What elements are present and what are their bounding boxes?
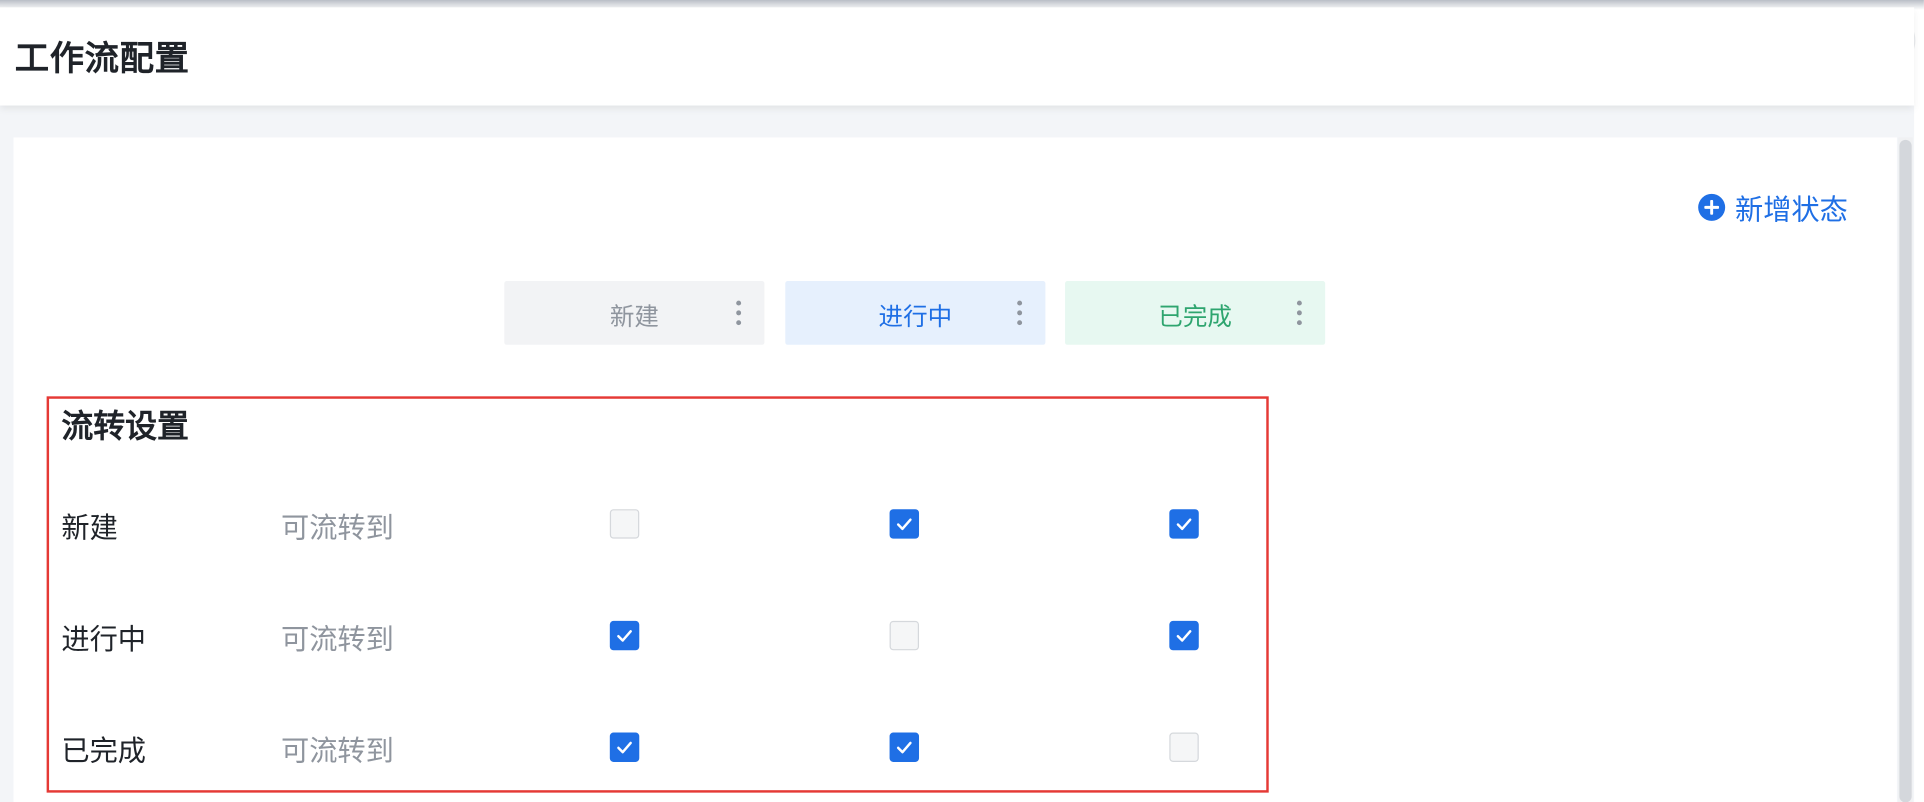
status-chip-done[interactable]: 已完成	[1065, 280, 1326, 345]
status-chip-label: 进行中	[878, 301, 953, 331]
transition-checkbox[interactable]	[889, 620, 920, 651]
status-chip-label: 已完成	[1158, 301, 1232, 331]
plus-circle-icon	[1698, 193, 1726, 221]
more-vertical-icon[interactable]	[1014, 300, 1026, 326]
status-chip-label: 新建	[609, 301, 659, 331]
transition-checkbox[interactable]	[889, 732, 920, 762]
check-icon	[896, 741, 912, 754]
add-status-button[interactable]: 新增状态	[1698, 187, 1848, 229]
transition-checkbox[interactable]	[889, 509, 920, 539]
flow-settings-highlight	[46, 396, 1269, 793]
add-status-label: 新增状态	[1734, 195, 1848, 227]
dialog-title: 工作流配置	[14, 38, 190, 79]
flow-row-from-label: 已完成	[61, 736, 147, 769]
flow-row-from-label: 进行中	[61, 624, 147, 657]
transition-checkbox[interactable]	[609, 509, 640, 539]
flow-row-hint: 可流转到	[280, 512, 394, 545]
transition-checkbox[interactable]	[609, 620, 640, 651]
more-vertical-icon[interactable]	[733, 300, 745, 326]
status-chip-new[interactable]: 新建	[504, 280, 765, 345]
flow-row-hint: 可流转到	[280, 624, 394, 657]
dialog-header: 工作流配置	[0, 7, 1915, 106]
check-icon	[1176, 630, 1192, 642]
flow-row-hint: 可流转到	[280, 736, 394, 769]
flow-settings-title: 流转设置	[61, 408, 189, 446]
check-icon	[896, 518, 912, 531]
scrollbar-thumb[interactable]	[1899, 139, 1912, 802]
transition-checkbox[interactable]	[1169, 620, 1199, 651]
more-vertical-icon[interactable]	[1293, 300, 1305, 326]
status-chip-in-progress[interactable]: 进行中	[785, 280, 1046, 345]
check-icon	[1176, 518, 1192, 531]
check-icon	[617, 741, 632, 754]
flow-row-from-label: 新建	[61, 512, 118, 545]
transition-checkbox[interactable]	[1169, 732, 1199, 762]
workflow-config-dialog: 工作流配置 新增状态 新建 进行中 已完成 流转设置 新建 可流转到 进行中 可…	[0, 0, 1924, 802]
check-icon	[617, 630, 632, 642]
transition-checkbox[interactable]	[1169, 509, 1199, 539]
transition-checkbox[interactable]	[609, 732, 640, 762]
